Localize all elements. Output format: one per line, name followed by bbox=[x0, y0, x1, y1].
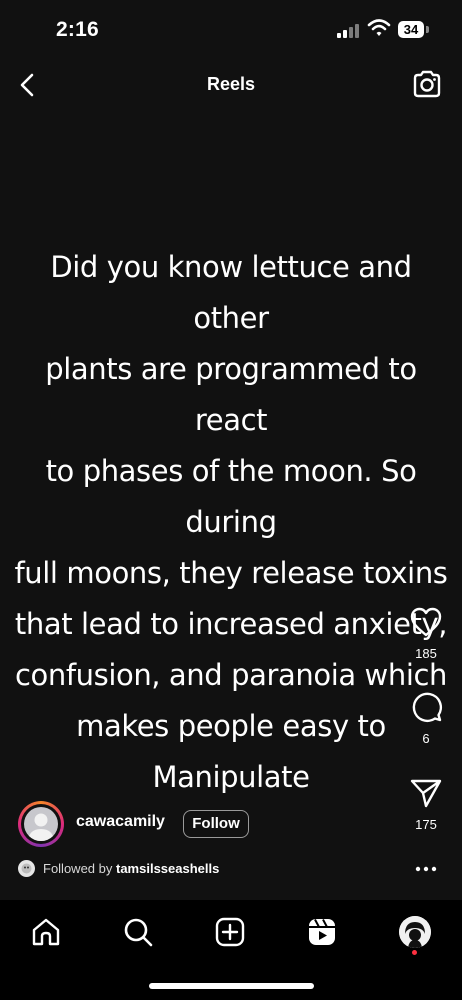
home-indicator bbox=[149, 983, 314, 989]
like-count: 185 bbox=[415, 646, 437, 661]
follow-button[interactable]: Follow bbox=[183, 810, 249, 838]
caption-line: confusion, and paranoia which bbox=[14, 658, 448, 692]
comment-icon bbox=[412, 692, 443, 723]
comment-count: 6 bbox=[422, 731, 430, 746]
profile-avatar-icon bbox=[399, 916, 431, 948]
wifi-icon bbox=[367, 18, 391, 38]
more-icon bbox=[415, 866, 437, 872]
caption-line: makes people easy to Manipulate bbox=[76, 709, 386, 794]
camera-icon bbox=[413, 70, 441, 98]
status-bar: 2:16 34 bbox=[0, 0, 462, 60]
page-title: Reels bbox=[206, 74, 256, 94]
caption-line: plants are programmed to react bbox=[45, 352, 417, 437]
nav-create[interactable] bbox=[213, 915, 247, 949]
follower-avatar bbox=[18, 860, 35, 877]
create-icon bbox=[215, 917, 245, 947]
battery-icon: 34 bbox=[398, 21, 424, 38]
default-user-icon bbox=[24, 807, 58, 841]
heart-icon bbox=[410, 607, 442, 637]
home-icon bbox=[32, 918, 60, 946]
reels-icon bbox=[309, 919, 335, 945]
nav-profile-avatar[interactable] bbox=[399, 916, 431, 948]
nav-home[interactable] bbox=[29, 915, 63, 949]
followed-by-prefix: Followed by bbox=[43, 861, 113, 876]
followed-by-username: tamsilsseashells bbox=[116, 861, 220, 876]
status-time: 2:16 bbox=[56, 18, 99, 41]
caption-line: that lead to increased anxiety, bbox=[14, 607, 448, 641]
followed-by-text: Followed by tamsilsseashells bbox=[43, 861, 219, 876]
caption-line: to phases of the moon. So during bbox=[45, 454, 417, 539]
caption-line: Did you know lettuce and other bbox=[50, 250, 412, 335]
caption-line: full moons, they release toxins bbox=[14, 556, 448, 590]
comment-button[interactable]: 6 bbox=[400, 689, 452, 746]
cellular-signal-icon bbox=[337, 22, 361, 38]
nav-reels[interactable] bbox=[305, 915, 339, 949]
like-button[interactable]: 185 bbox=[400, 606, 452, 661]
author-username[interactable]: cawacamily bbox=[76, 813, 165, 831]
camera-button[interactable] bbox=[410, 67, 444, 101]
send-icon bbox=[410, 779, 442, 808]
notification-dot bbox=[412, 950, 417, 955]
more-options-button[interactable] bbox=[414, 862, 438, 874]
search-icon bbox=[124, 918, 153, 947]
nav-search[interactable] bbox=[121, 915, 155, 949]
reel-caption: Did you know lettuce and other plants ar… bbox=[10, 242, 452, 803]
author-avatar[interactable] bbox=[18, 801, 64, 847]
battery-tip bbox=[426, 26, 429, 33]
share-button[interactable]: 175 bbox=[400, 777, 452, 832]
share-count: 175 bbox=[415, 817, 437, 832]
